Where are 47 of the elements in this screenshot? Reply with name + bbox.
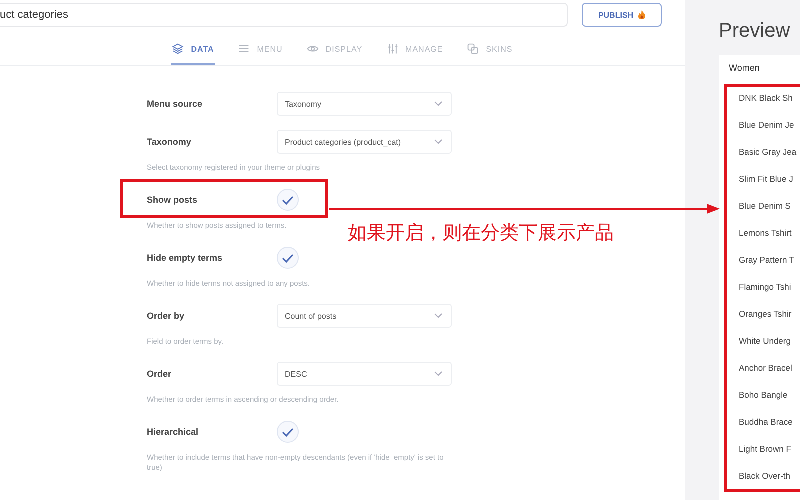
setting-label: Taxonomy (147, 137, 192, 147)
setting-label: Order (147, 369, 173, 379)
menu-category[interactable]: Women (719, 55, 800, 85)
setting-label: Show posts (147, 195, 199, 205)
menu-item[interactable]: Gray Pattern T (719, 247, 800, 274)
menu-item[interactable]: Flamingo Tshi (719, 274, 800, 301)
chevron-down-icon (434, 139, 443, 145)
menu-item[interactable]: Light Brown F (719, 436, 800, 463)
publish-button[interactable]: PUBLISH (582, 3, 662, 27)
checkbox[interactable] (277, 247, 299, 269)
chevron-down-icon (434, 101, 443, 107)
chevron-down-icon (434, 371, 443, 377)
tab[interactable]: DATA (171, 41, 216, 65)
setting-label: Hierarchical (147, 427, 200, 437)
menu-item[interactable]: Boho Bangle (719, 382, 800, 409)
sliders-icon (386, 43, 399, 55)
check-icon (282, 196, 294, 204)
menu-item[interactable]: Blue Denim Je (719, 112, 800, 139)
check-icon (282, 254, 294, 262)
flame-icon (638, 10, 646, 20)
select-field[interactable]: Product categories (product_cat) (277, 130, 452, 154)
select-field[interactable]: DESC (277, 362, 452, 386)
check-icon (282, 428, 294, 436)
menu-item[interactable]: Blue Denim S (719, 193, 800, 220)
chevron-down-icon (434, 313, 443, 319)
menu-icon (238, 43, 250, 55)
preview-title: Preview (719, 20, 792, 43)
menu-item[interactable]: White Underg (719, 328, 800, 355)
menu-item[interactable]: Oranges Tshir (719, 301, 800, 328)
layers-icon (172, 43, 184, 55)
menu-item[interactable]: DNK Black Sh (719, 85, 800, 112)
title-field[interactable]: uct categories (0, 3, 568, 27)
select-field[interactable]: Taxonomy (277, 92, 452, 116)
annotation-text: 如果开启，则在分类下展示产品 (348, 221, 614, 246)
windows-icon (467, 43, 480, 55)
menu-item[interactable]: Slim Fit Blue J (719, 166, 800, 193)
menu-item[interactable]: Buddha Brace (719, 409, 800, 436)
setting-label: Menu source (147, 99, 204, 109)
setting-label: Hide empty terms (147, 253, 224, 263)
setting-label: Order by (147, 311, 186, 321)
checkbox[interactable] (277, 421, 299, 443)
select-field[interactable]: Count of posts (277, 304, 452, 328)
menu-item[interactable]: Anchor Bracel (719, 355, 800, 382)
checkbox[interactable] (277, 189, 299, 211)
menu-item[interactable]: Lemons Tshirt (719, 220, 800, 247)
menu-item[interactable]: Black Over-th (719, 463, 800, 490)
menu-item[interactable]: Basic Gray Jea (719, 139, 800, 166)
